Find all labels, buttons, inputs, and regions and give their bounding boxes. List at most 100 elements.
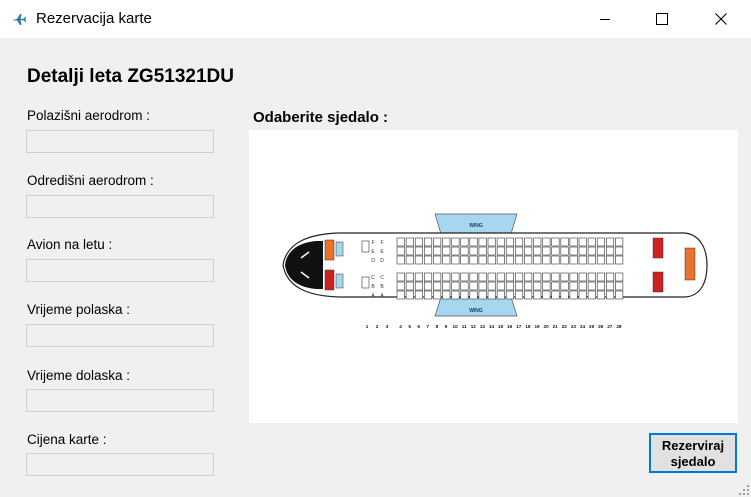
seat[interactable]	[542, 246, 551, 256]
seat[interactable]	[605, 281, 615, 291]
seat[interactable]	[514, 281, 524, 291]
seat[interactable]	[433, 290, 442, 300]
reserve-seat-button[interactable]: Rezerviraj sjedalo	[649, 433, 737, 473]
seat[interactable]	[569, 246, 578, 256]
seat[interactable]	[433, 255, 442, 265]
seat[interactable]	[551, 272, 560, 282]
seat[interactable]	[587, 246, 596, 256]
seat[interactable]	[596, 237, 606, 247]
seat[interactable]	[451, 255, 460, 265]
seat[interactable]	[442, 290, 451, 300]
seat[interactable]	[460, 272, 469, 282]
seat[interactable]	[496, 255, 505, 265]
seat[interactable]	[551, 290, 560, 300]
seat[interactable]	[605, 290, 615, 300]
seat[interactable]	[542, 237, 551, 247]
seat[interactable]	[414, 290, 423, 300]
seat[interactable]	[533, 255, 542, 265]
seat[interactable]	[578, 290, 587, 300]
seat[interactable]	[505, 290, 515, 300]
seat[interactable]	[514, 255, 524, 265]
seat[interactable]	[451, 237, 460, 247]
seat[interactable]	[587, 237, 596, 247]
seat[interactable]	[524, 290, 533, 300]
seat-map[interactable]: WINGWINGFEDCBAFEDCBA1 2 3 4 5 6 7 8 9 10 11 12 13 14 1…	[249, 130, 738, 423]
seat[interactable]	[514, 237, 524, 247]
seat[interactable]	[587, 255, 596, 265]
seat[interactable]	[542, 290, 551, 300]
seat[interactable]	[487, 281, 496, 291]
seat[interactable]	[478, 272, 487, 282]
seat[interactable]	[433, 281, 442, 291]
seat[interactable]	[505, 272, 515, 282]
seat[interactable]	[524, 246, 533, 256]
seat[interactable]	[596, 281, 606, 291]
seat[interactable]	[551, 246, 560, 256]
seat[interactable]	[578, 246, 587, 256]
seat[interactable]	[505, 255, 515, 265]
seat[interactable]	[442, 237, 451, 247]
seat[interactable]	[560, 281, 569, 291]
seat[interactable]	[587, 290, 596, 300]
seat[interactable]	[542, 255, 551, 265]
seat[interactable]	[560, 237, 569, 247]
seat[interactable]	[615, 255, 624, 265]
seat[interactable]	[469, 255, 478, 265]
seat-front-1[interactable]	[361, 276, 370, 289]
seat[interactable]	[533, 281, 542, 291]
seat[interactable]	[405, 237, 414, 247]
seat[interactable]	[433, 237, 442, 247]
seat[interactable]	[542, 272, 551, 282]
seat[interactable]	[451, 272, 460, 282]
seat[interactable]	[551, 281, 560, 291]
seat[interactable]	[596, 246, 606, 256]
seat[interactable]	[605, 272, 615, 282]
seat[interactable]	[487, 237, 496, 247]
minimize-button[interactable]	[576, 0, 634, 38]
seat[interactable]	[569, 290, 578, 300]
seat[interactable]	[442, 255, 451, 265]
maximize-button[interactable]	[633, 0, 691, 38]
seat[interactable]	[587, 281, 596, 291]
seat[interactable]	[533, 237, 542, 247]
seat[interactable]	[560, 255, 569, 265]
seat[interactable]	[533, 272, 542, 282]
seat[interactable]	[469, 237, 478, 247]
seat[interactable]	[451, 246, 460, 256]
aircraft-field[interactable]	[26, 259, 214, 282]
seat[interactable]	[615, 281, 624, 291]
seat[interactable]	[569, 255, 578, 265]
seat[interactable]	[524, 272, 533, 282]
seat[interactable]	[615, 246, 624, 256]
seat[interactable]	[442, 246, 451, 256]
seat[interactable]	[496, 246, 505, 256]
seat[interactable]	[442, 281, 451, 291]
seat[interactable]	[505, 281, 515, 291]
arrival-airport-field[interactable]	[26, 195, 214, 218]
seat[interactable]	[478, 290, 487, 300]
seat[interactable]	[560, 246, 569, 256]
seat[interactable]	[469, 246, 478, 256]
seat[interactable]	[460, 237, 469, 247]
departure-airport-field[interactable]	[26, 130, 214, 153]
seat[interactable]	[405, 281, 414, 291]
seat[interactable]	[396, 281, 405, 291]
seat[interactable]	[569, 237, 578, 247]
seat-front-0[interactable]	[361, 240, 370, 253]
seat[interactable]	[460, 255, 469, 265]
seat[interactable]	[578, 281, 587, 291]
ticket-price-field[interactable]	[26, 453, 214, 476]
arrival-time-field[interactable]	[26, 389, 214, 412]
seat[interactable]	[424, 281, 433, 291]
seat[interactable]	[496, 237, 505, 247]
seat[interactable]	[424, 290, 433, 300]
seat[interactable]	[469, 281, 478, 291]
departure-time-field[interactable]	[26, 324, 214, 347]
seat[interactable]	[578, 272, 587, 282]
seat[interactable]	[451, 281, 460, 291]
seat[interactable]	[542, 281, 551, 291]
seat[interactable]	[487, 290, 496, 300]
seat[interactable]	[460, 290, 469, 300]
seat[interactable]	[596, 255, 606, 265]
seat[interactable]	[560, 290, 569, 300]
